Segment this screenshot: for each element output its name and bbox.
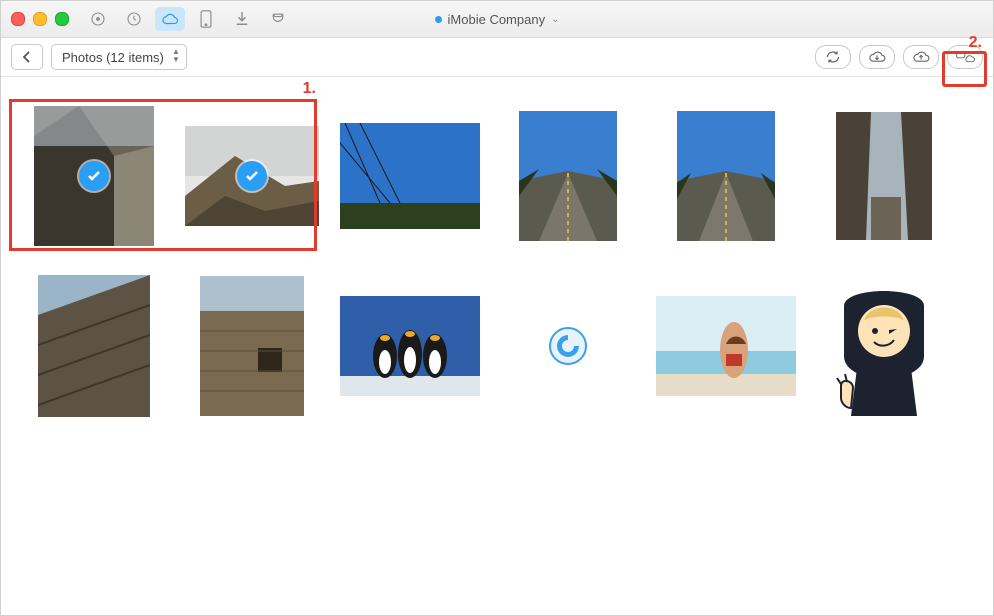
chevron-down-icon[interactable]: ⌄ bbox=[551, 14, 559, 25]
device-tab[interactable] bbox=[191, 7, 221, 31]
refresh-button[interactable] bbox=[815, 45, 851, 69]
image-placeholder-icon bbox=[519, 111, 617, 241]
selected-check-icon bbox=[237, 161, 267, 191]
status-dot-icon bbox=[435, 16, 442, 23]
back-button[interactable] bbox=[11, 44, 43, 70]
music-tab[interactable] bbox=[83, 7, 113, 31]
image-placeholder-icon bbox=[548, 326, 588, 366]
photo-item[interactable] bbox=[813, 101, 955, 251]
stepper-icon: ▲▼ bbox=[172, 48, 180, 64]
photo-thumbnail bbox=[38, 275, 150, 417]
cloud-download-button[interactable] bbox=[859, 45, 895, 69]
photo-item[interactable] bbox=[23, 101, 165, 251]
photo-item[interactable] bbox=[655, 271, 797, 421]
image-placeholder-icon bbox=[677, 111, 775, 241]
photo-item[interactable] bbox=[339, 271, 481, 421]
photo-grid bbox=[1, 77, 993, 445]
photo-thumbnail bbox=[34, 106, 154, 246]
photo-item[interactable] bbox=[813, 271, 955, 421]
toolbox-tab[interactable] bbox=[263, 7, 293, 31]
icloud-tab[interactable] bbox=[155, 7, 185, 31]
photo-thumbnail bbox=[519, 111, 617, 241]
download-tab[interactable] bbox=[227, 7, 257, 31]
image-placeholder-icon bbox=[340, 296, 480, 396]
photo-item[interactable] bbox=[23, 271, 165, 421]
photo-item[interactable] bbox=[339, 101, 481, 251]
minimize-window-button[interactable] bbox=[33, 12, 47, 26]
category-selector-label: Photos (12 items) bbox=[62, 50, 164, 65]
photo-thumbnail bbox=[200, 276, 304, 416]
photo-thumbnail bbox=[819, 276, 949, 416]
photo-item[interactable] bbox=[497, 101, 639, 251]
cloud-to-cloud-button[interactable] bbox=[947, 45, 983, 69]
titlebar: iMobie Company ⌄ bbox=[1, 1, 993, 38]
photo-item[interactable] bbox=[497, 271, 639, 421]
photo-thumbnail bbox=[340, 296, 480, 396]
photo-thumbnail bbox=[340, 123, 480, 229]
image-placeholder-icon bbox=[819, 276, 949, 416]
action-buttons bbox=[815, 45, 983, 69]
close-window-button[interactable] bbox=[11, 12, 25, 26]
photo-thumbnail bbox=[185, 126, 319, 226]
photo-thumbnail bbox=[656, 296, 796, 396]
photo-thumbnail bbox=[548, 326, 588, 366]
category-selector[interactable]: Photos (12 items) ▲▼ bbox=[51, 44, 187, 70]
app-window: iMobie Company ⌄ Photos (12 items) ▲▼ bbox=[0, 0, 994, 616]
account-name-label[interactable]: iMobie Company bbox=[448, 12, 546, 27]
photo-thumbnail bbox=[677, 111, 775, 241]
selected-check-icon bbox=[79, 161, 109, 191]
fullscreen-window-button[interactable] bbox=[55, 12, 69, 26]
cloud-upload-button[interactable] bbox=[903, 45, 939, 69]
window-controls bbox=[11, 12, 69, 26]
image-placeholder-icon bbox=[200, 276, 304, 416]
history-tab[interactable] bbox=[119, 7, 149, 31]
photo-item[interactable] bbox=[655, 101, 797, 251]
image-placeholder-icon bbox=[656, 296, 796, 396]
photo-thumbnail bbox=[836, 112, 932, 240]
photo-item[interactable] bbox=[181, 271, 323, 421]
source-tabs bbox=[83, 7, 293, 31]
image-placeholder-icon bbox=[38, 275, 150, 417]
image-placeholder-icon bbox=[836, 112, 932, 240]
category-toolbar: Photos (12 items) ▲▼ bbox=[1, 38, 993, 77]
photo-item[interactable] bbox=[181, 101, 323, 251]
image-placeholder-icon bbox=[340, 123, 480, 229]
